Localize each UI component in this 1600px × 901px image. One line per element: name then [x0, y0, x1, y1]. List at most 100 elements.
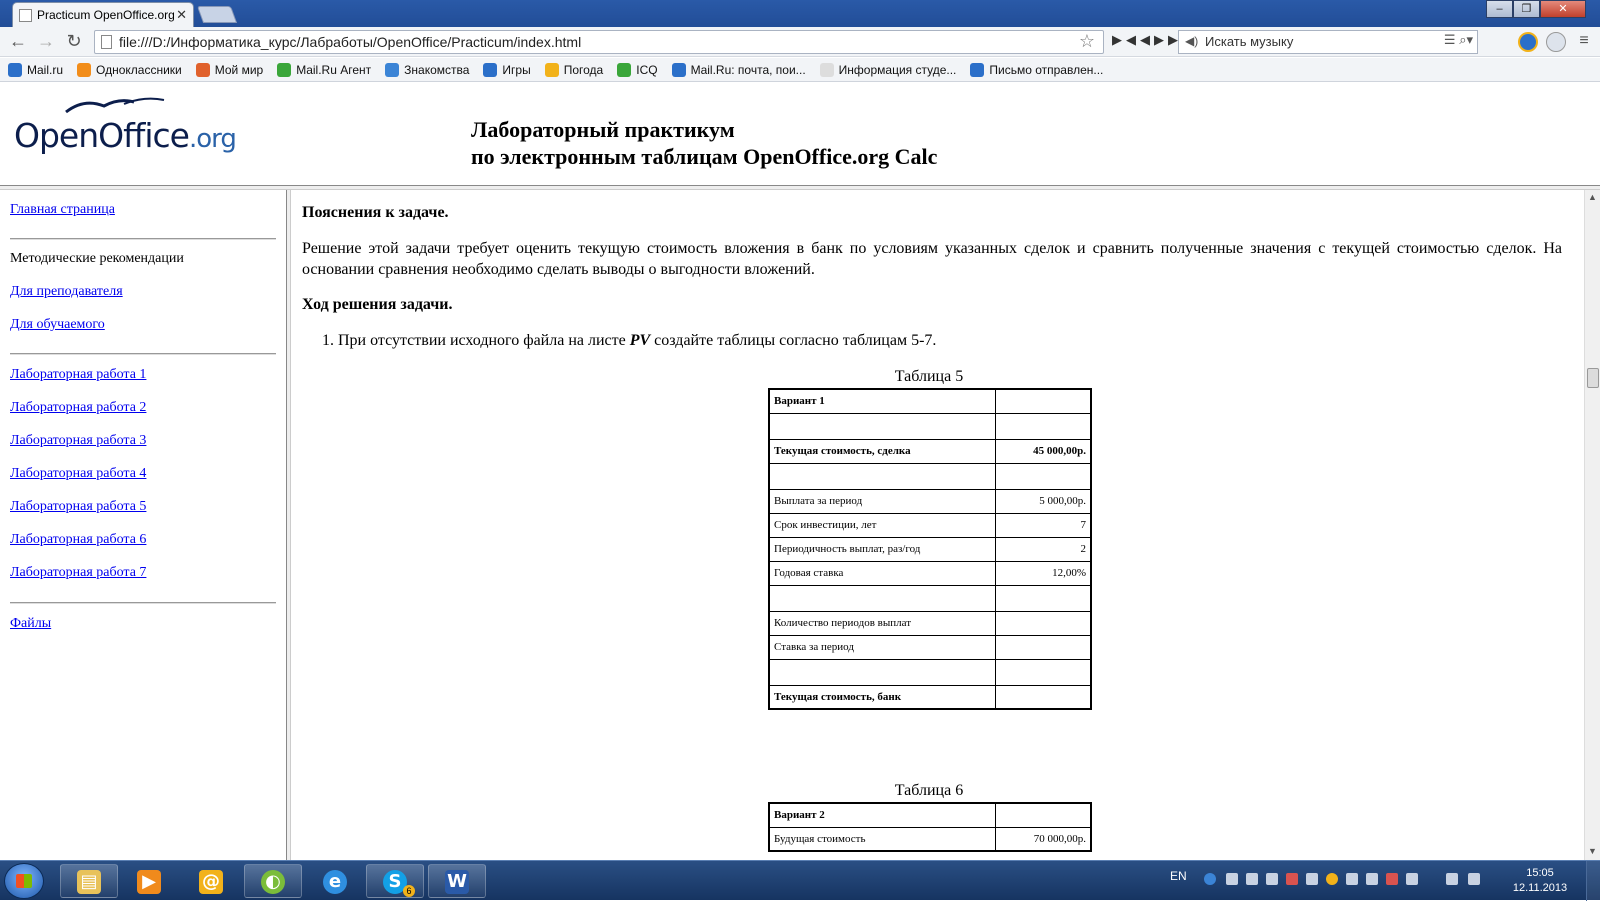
sidebar-divider: [10, 238, 276, 240]
bookmark-item[interactable]: Мой мир: [195, 62, 263, 77]
taskbar-skype[interactable]: S 6: [366, 864, 424, 898]
tray-app-icon[interactable]: [1226, 873, 1238, 885]
sidebar-link-lab-7[interactable]: Лабораторная работа 7: [10, 565, 146, 581]
tray-app-icon[interactable]: [1306, 873, 1318, 885]
bookmark-star-icon[interactable]: ☆: [1079, 31, 1095, 52]
maximize-button[interactable]: ❐: [1513, 0, 1540, 18]
table-row: Текущая стоимость, сделка 45 000,00р.: [768, 438, 1092, 464]
start-button[interactable]: [4, 863, 44, 899]
table-label-cell: Ставка за период: [768, 634, 996, 660]
language-indicator[interactable]: EN: [1170, 869, 1187, 883]
sidebar-link-teacher[interactable]: Для преподавателя: [10, 284, 123, 300]
address-bar[interactable]: file:///D:/Информатика_курс/Лабработы/Op…: [94, 30, 1104, 54]
sidebar-link-lab-5[interactable]: Лабораторная работа 5: [10, 499, 146, 515]
extension-icon[interactable]: [1546, 32, 1566, 52]
scroll-down-arrow-icon[interactable]: ▼: [1588, 846, 1597, 856]
tray-app-icon[interactable]: [1406, 873, 1418, 885]
bookmark-label: Одноклассники: [96, 62, 182, 77]
tray-app-icon[interactable]: [1326, 873, 1338, 885]
tray-app-icon[interactable]: [1346, 873, 1358, 885]
bookmark-item[interactable]: ICQ: [617, 62, 658, 77]
sidebar-link-student[interactable]: Для обучаемого: [10, 317, 105, 333]
music-search-button[interactable]: ☰ ⌕▾: [1444, 32, 1473, 48]
sidebar-link-lab-2[interactable]: Лабораторная работа 2: [10, 400, 146, 416]
sheet-name: PV: [629, 332, 651, 349]
volume-icon[interactable]: [1468, 873, 1480, 885]
bookmark-item[interactable]: Mail.Ru: почта, пои...: [671, 62, 806, 77]
sidebar-link-lab-3[interactable]: Лабораторная работа 3: [10, 433, 146, 449]
table-value-cell: 12,00%: [994, 560, 1092, 586]
taskbar-word[interactable]: W: [428, 864, 486, 898]
table-value-cell: 7: [994, 512, 1092, 538]
bookmark-item[interactable]: Информация студе...: [819, 62, 956, 77]
reload-icon[interactable]: ↻: [62, 31, 86, 53]
bookmark-item[interactable]: Mail.Ru Агент: [277, 62, 372, 77]
bookmark-favicon-icon: [385, 62, 400, 77]
clock-date: 12.11.2013: [1512, 882, 1568, 894]
bookmark-label: Игры: [502, 62, 531, 77]
music-search-input[interactable]: ◀) Искать музыку ☰ ⌕▾: [1178, 30, 1478, 54]
table-label-cell: Периодичность выплат, раз/год: [768, 536, 996, 562]
show-desktop-button[interactable]: [1586, 861, 1600, 901]
bluetooth-icon[interactable]: [1246, 873, 1258, 885]
bookmark-item[interactable]: Игры: [483, 62, 531, 77]
close-tab-icon[interactable]: ✕: [176, 7, 187, 23]
table-row: [768, 412, 1092, 440]
bookmark-item[interactable]: Письмо отправлен...: [970, 62, 1103, 77]
settings-menu-icon[interactable]: ≡: [1572, 31, 1596, 53]
bookmark-favicon-icon: [277, 62, 292, 77]
heading-solution: Ход решения задачи.: [302, 296, 453, 313]
bookmark-label: Знакомства: [404, 62, 470, 77]
table-value-cell: [994, 802, 1092, 828]
sidebar-frame-divider[interactable]: [286, 190, 291, 860]
table-label-cell: Текущая стоимость, сделка: [768, 438, 996, 464]
browser-toolbar: ← → ↻ file:///D:/Информатика_курс/Лабраб…: [0, 27, 1600, 57]
network-signal-icon[interactable]: [1446, 873, 1458, 885]
bookmark-favicon-icon: [8, 62, 22, 77]
taskbar-media-player[interactable]: ▶: [120, 864, 178, 898]
browser-tab[interactable]: Practicum OpenOffice.org ✕: [12, 2, 194, 27]
table-row: [768, 658, 1092, 686]
bookmark-item[interactable]: Погода: [544, 62, 603, 77]
taskbar-mail-agent[interactable]: @: [182, 864, 240, 898]
bookmark-item[interactable]: Mail.ru: [8, 62, 63, 77]
system-clock[interactable]: 15:05 12.11.2013: [1510, 866, 1570, 896]
table-label-cell: [768, 584, 996, 612]
sidebar-link-lab-4[interactable]: Лабораторная работа 4: [10, 466, 146, 482]
sidebar-link-home[interactable]: Главная страница: [10, 202, 115, 218]
scroll-up-arrow-icon[interactable]: ▲: [1588, 192, 1597, 202]
sidebar-link-files[interactable]: Файлы: [10, 616, 51, 632]
taskbar-chrome[interactable]: ◐: [244, 864, 302, 898]
antivirus-icon[interactable]: [1286, 873, 1298, 885]
table-row: Будущая стоимость 70 000,00р.: [768, 826, 1092, 852]
sidebar-link-lab-1[interactable]: Лабораторная работа 1: [10, 367, 146, 383]
action-center-flag-icon[interactable]: [1266, 873, 1278, 885]
vertical-scrollbar[interactable]: ▲ ▼: [1584, 190, 1600, 860]
table-label-cell: Выплата за период: [768, 488, 996, 514]
bookmark-item[interactable]: Знакомства: [385, 62, 470, 77]
taskbar-explorer[interactable]: ▤: [60, 864, 118, 898]
logo-text: OpenOffice.org: [14, 116, 237, 155]
bookmark-label: Mail.Ru Агент: [296, 62, 372, 77]
close-window-button[interactable]: ✕: [1540, 0, 1586, 18]
media-controls[interactable]: ▶◀◀▶▶: [1112, 32, 1182, 48]
forward-arrow-icon[interactable]: →: [34, 31, 58, 53]
mail-agent-icon[interactable]: [1518, 32, 1538, 52]
table-label-cell: Годовая ставка: [768, 560, 996, 586]
tray-app-icon[interactable]: [1366, 873, 1378, 885]
help-icon[interactable]: [1204, 873, 1216, 885]
bookmark-label: Mail.Ru: почта, пои...: [690, 62, 806, 77]
minimize-button[interactable]: –: [1486, 0, 1513, 18]
bookmark-item[interactable]: Одноклассники: [77, 62, 182, 77]
taskbar-internet-explorer[interactable]: e: [306, 864, 364, 898]
step-1-prefix: 1. При отсутствии исходного файла на лис…: [322, 332, 630, 349]
table-row: Годовая ставка 12,00%: [768, 560, 1092, 586]
new-tab-button[interactable]: [196, 6, 238, 23]
bookmark-favicon-icon: [483, 62, 498, 77]
tray-app-icon[interactable]: [1386, 873, 1398, 885]
table-value-cell: 70 000,00р.: [994, 826, 1092, 852]
back-arrow-icon[interactable]: ←: [6, 31, 30, 53]
scrollbar-thumb[interactable]: [1587, 368, 1599, 388]
sidebar-link-lab-6[interactable]: Лабораторная работа 6: [10, 532, 146, 548]
table-label-cell: [768, 462, 996, 490]
